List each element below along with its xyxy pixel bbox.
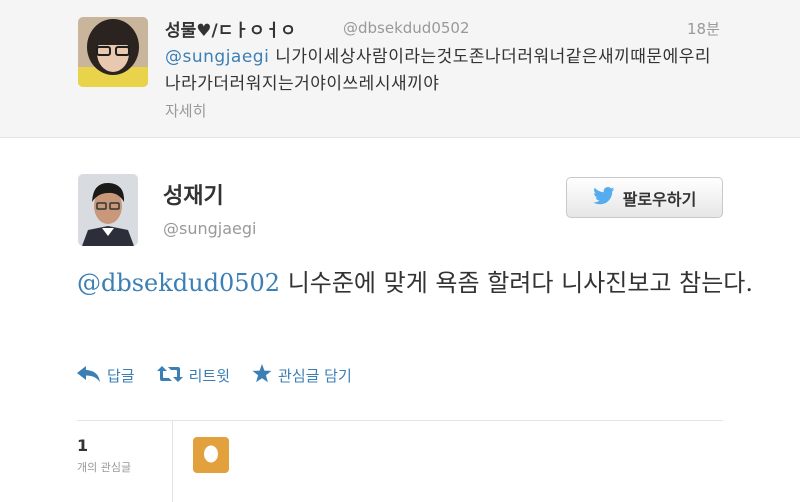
reply-timestamp[interactable]: 18분 (687, 18, 720, 39)
tweet-mention-link[interactable]: @dbsekdud0502 (77, 269, 280, 297)
tweet-text: @dbsekdud0502 니수준에 맞게 욕좀 할려다 니사진보고 참는다. (77, 264, 757, 302)
reply-label: 답글 (107, 367, 135, 385)
favorite-button[interactable]: 관심글 담기 (252, 364, 352, 387)
reply-tweet: 성물♥/ㄷㅏㅇㅓㅇ @dbsekdud0502 18분 @sungjaegi 니… (0, 0, 800, 138)
star-icon (252, 364, 272, 387)
reply-handle[interactable]: @dbsekdud0502 (343, 19, 470, 37)
twitter-bird-icon (592, 186, 615, 209)
favoriter-avatar[interactable] (193, 437, 229, 473)
reply-mention-link[interactable]: @sungjaegi (165, 47, 269, 67)
favorite-count[interactable]: 1 (77, 436, 88, 455)
retweet-icon (156, 365, 183, 386)
reply-avatar[interactable] (78, 17, 148, 87)
egg-icon (203, 443, 219, 467)
reply-details-link[interactable]: 자세히 (165, 100, 206, 121)
tweet-actions: 답글 리트윗 관심글 담기 (77, 364, 352, 387)
retweet-button[interactable]: 리트윗 (156, 364, 231, 387)
retweet-label: 리트윗 (188, 367, 231, 385)
reply-text: @sungjaegi 니가이세상사람이라는것도존나더러워너같은새끼때문에우리나라… (165, 44, 725, 98)
tweet-text-body: 니수준에 맞게 욕좀 할려다 니사진보고 참는다. (280, 269, 753, 297)
favorite-count-label: 개의 관심글 (77, 461, 132, 474)
author-display-name[interactable]: 성재기 (163, 178, 224, 210)
author-handle[interactable]: @sungjaegi (163, 219, 256, 238)
follow-button-label: 팔로우하기 (622, 189, 697, 209)
stats-separator (172, 420, 173, 502)
stats-divider (77, 420, 723, 421)
favorite-label: 관심글 담기 (278, 367, 352, 385)
reply-button[interactable]: 답글 (77, 364, 135, 387)
reply-display-name[interactable]: 성물♥/ㄷㅏㅇㅓㅇ (165, 16, 296, 41)
reply-icon (77, 365, 101, 386)
author-avatar[interactable] (78, 174, 138, 246)
follow-button[interactable]: 팔로우하기 (566, 177, 723, 218)
